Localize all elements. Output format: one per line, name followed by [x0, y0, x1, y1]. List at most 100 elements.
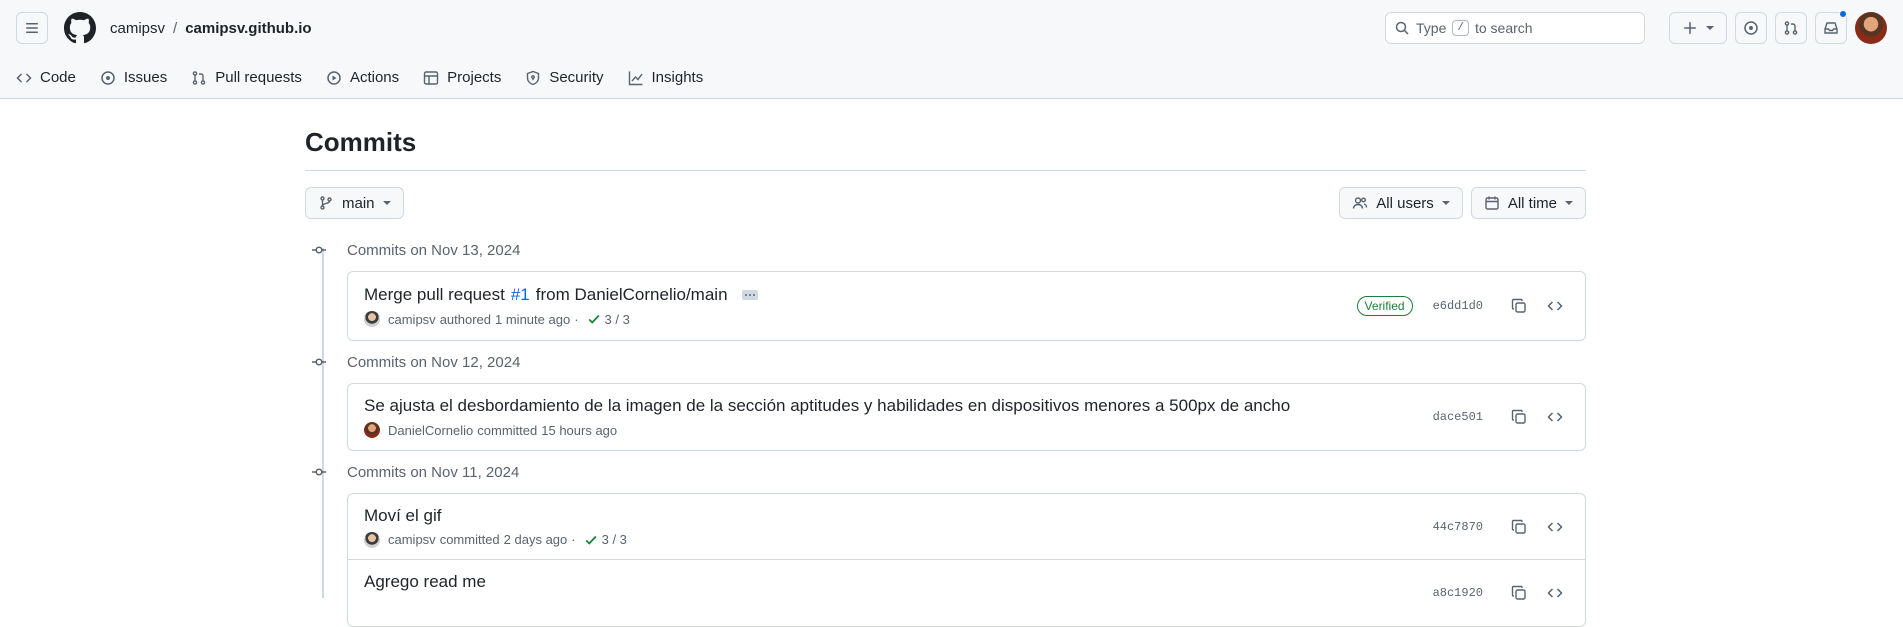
- menu-button[interactable]: [16, 12, 48, 44]
- time-filter-label: All time: [1507, 194, 1557, 212]
- copy-sha-button[interactable]: [1505, 292, 1533, 320]
- commit-group-header: Commits on Nov 12, 2024: [305, 345, 1586, 379]
- create-new-button[interactable]: [1669, 12, 1727, 44]
- commit-action: committed: [477, 422, 538, 438]
- tab-insights[interactable]: Insights: [628, 69, 704, 86]
- tab-projects[interactable]: Projects: [423, 69, 501, 86]
- tab-security[interactable]: Security: [525, 69, 604, 86]
- commit-meta: camipsv authored 1 minute ago · 3 / 3: [364, 311, 1357, 327]
- copy-icon: [1511, 298, 1526, 313]
- commit-title-text[interactable]: from DanielCornelio/main: [536, 285, 728, 305]
- copy-sha-button[interactable]: [1505, 513, 1533, 541]
- notification-dot: [1839, 10, 1847, 18]
- tab-label: Actions: [349, 69, 400, 86]
- browse-files-button[interactable]: [1541, 292, 1569, 320]
- hamburger-icon: [26, 23, 38, 33]
- browse-files-button[interactable]: [1541, 513, 1569, 541]
- time-filter-button[interactable]: All time: [1470, 187, 1586, 219]
- checks-status[interactable]: 3 / 3: [605, 312, 630, 327]
- commit-group-header: Commits on Nov 11, 2024: [305, 455, 1586, 489]
- tab-label: Pull requests: [215, 69, 302, 86]
- tab-label: Code: [40, 69, 76, 86]
- commit-action: authored: [439, 311, 492, 327]
- pull-request-link[interactable]: #1: [511, 285, 530, 305]
- commit-title[interactable]: Moví el gif: [364, 506, 1433, 526]
- commit-info: Agrego read me: [364, 572, 1433, 614]
- tab-label: Insights: [651, 69, 704, 86]
- commit-row: Agrego read me a8c1920: [348, 560, 1585, 626]
- commit-info: Se ajusta el desbordamiento de la imagen…: [364, 396, 1433, 438]
- users-filter-button[interactable]: All users: [1339, 187, 1463, 219]
- commit-time: 1 minute ago: [495, 311, 571, 327]
- tab-label: Security: [549, 69, 604, 86]
- plus-icon: [1684, 22, 1696, 34]
- author-link[interactable]: camipsv: [388, 312, 436, 327]
- global-header: camipsv / camipsv.github.io Type / to se…: [0, 0, 1903, 99]
- commit-group-date: Commits on Nov 11, 2024: [347, 463, 520, 481]
- commit-row: Merge pull request #1 from DanielCorneli…: [348, 272, 1585, 340]
- repo-owner-link[interactable]: camipsv: [110, 20, 165, 37]
- commit-info: Merge pull request #1 from DanielCorneli…: [364, 285, 1357, 327]
- browse-files-button[interactable]: [1541, 579, 1569, 607]
- search-prefix: Type: [1416, 20, 1447, 36]
- commit-sha[interactable]: e6dd1d0: [1433, 299, 1483, 313]
- commit-time: 15 hours ago: [541, 422, 618, 438]
- commit-meta: DanielCornelio committed 15 hours ago: [364, 422, 1433, 438]
- inbox-button[interactable]: [1815, 10, 1847, 44]
- search-shortcut-key: /: [1452, 20, 1469, 36]
- branch-select-button[interactable]: main: [305, 187, 404, 219]
- author-link[interactable]: camipsv: [388, 532, 436, 547]
- checks-status[interactable]: 3 / 3: [602, 532, 627, 547]
- meta-separator: ·: [574, 311, 579, 327]
- commit-title[interactable]: Se ajusta el desbordamiento de la imagen…: [364, 396, 1433, 416]
- commit-row: Moví el gif camipsv committed 2 days ago…: [348, 494, 1585, 560]
- issue-icon: [1744, 21, 1758, 35]
- pull-request-icon: [1784, 21, 1798, 35]
- commit-meta: [364, 598, 1433, 614]
- verified-badge[interactable]: Verified: [1356, 296, 1413, 316]
- github-logo-icon[interactable]: [64, 12, 96, 44]
- browse-files-button[interactable]: [1541, 403, 1569, 431]
- tab-pull-requests[interactable]: Pull requests: [191, 69, 302, 86]
- commit-title-text[interactable]: Merge pull request: [364, 285, 505, 305]
- table-icon: [423, 70, 439, 85]
- chevron-down-icon: [1565, 201, 1573, 205]
- author-link[interactable]: DanielCornelio: [388, 423, 473, 438]
- commit-title[interactable]: Agrego read me: [364, 572, 1433, 592]
- code-icon: [1547, 301, 1563, 311]
- tab-code[interactable]: Code: [16, 69, 76, 86]
- breadcrumb: camipsv / camipsv.github.io: [110, 20, 312, 37]
- inbox-icon: [1824, 22, 1838, 34]
- avatar[interactable]: [364, 311, 380, 327]
- user-avatar[interactable]: [1855, 12, 1887, 44]
- commit-info: Moví el gif camipsv committed 2 days ago…: [364, 506, 1433, 548]
- expand-message-button[interactable]: [741, 290, 758, 300]
- chevron-down-icon: [1706, 26, 1714, 30]
- check-icon[interactable]: [587, 312, 601, 326]
- avatar[interactable]: [364, 422, 380, 438]
- code-icon: [1547, 588, 1563, 598]
- pull-requests-button[interactable]: [1775, 12, 1807, 44]
- users-filter-label: All users: [1376, 194, 1434, 212]
- issues-button[interactable]: [1735, 12, 1767, 44]
- people-icon: [1353, 197, 1368, 209]
- search-suffix: to search: [1474, 20, 1533, 36]
- top-bar: camipsv / camipsv.github.io Type / to se…: [0, 0, 1903, 56]
- copy-sha-button[interactable]: [1505, 403, 1533, 431]
- commit-icon: [305, 464, 333, 480]
- avatar[interactable]: [364, 531, 380, 548]
- check-icon[interactable]: [584, 533, 598, 547]
- tab-issues[interactable]: Issues: [100, 69, 167, 86]
- search-input[interactable]: Type / to search: [1385, 12, 1645, 44]
- commit-list: Moví el gif camipsv committed 2 days ago…: [347, 493, 1586, 627]
- commit-time: 2 days ago: [503, 532, 568, 547]
- commit-title[interactable]: Merge pull request #1 from DanielCorneli…: [364, 285, 1357, 305]
- graph-icon: [628, 71, 643, 85]
- tab-label: Issues: [123, 69, 168, 86]
- tab-actions[interactable]: Actions: [326, 69, 399, 86]
- copy-sha-button[interactable]: [1505, 579, 1533, 607]
- commit-sha[interactable]: 44c7870: [1433, 520, 1483, 534]
- repo-name-link[interactable]: camipsv.github.io: [185, 20, 311, 37]
- commit-sha[interactable]: dace501: [1433, 410, 1483, 424]
- tab-label: Projects: [447, 69, 502, 86]
